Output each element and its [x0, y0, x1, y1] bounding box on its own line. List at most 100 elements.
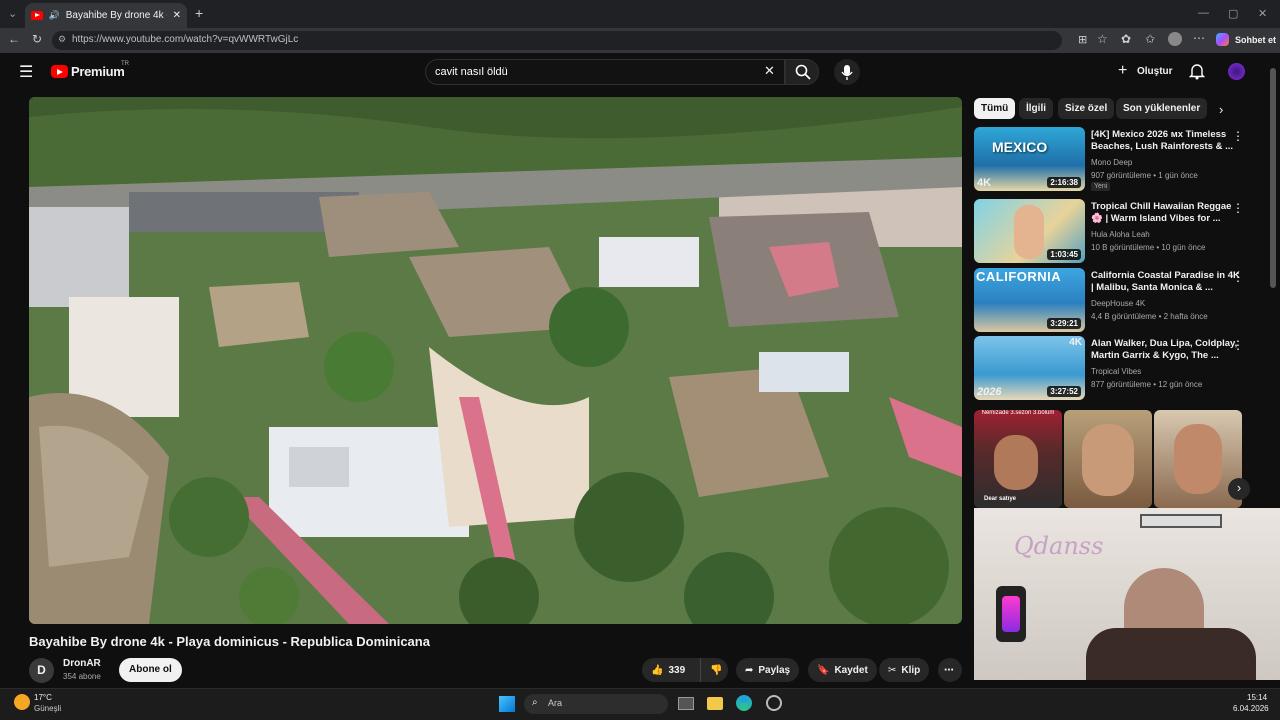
minimize-icon[interactable]: —: [1198, 7, 1209, 19]
youtube-logo-icon[interactable]: [51, 65, 68, 78]
app-icon[interactable]: [766, 695, 782, 711]
edge-browser-icon[interactable]: [736, 695, 752, 711]
rec-title[interactable]: [4K] Mexico 2026 ᴍx Timeless Beaches, Lu…: [1091, 129, 1241, 153]
neon-sign: Qdanss: [1014, 532, 1104, 560]
chips-next-icon[interactable]: ›: [1219, 102, 1223, 117]
speaker-icon[interactable]: 🔊: [49, 10, 60, 21]
microphone-device: [996, 586, 1026, 642]
new-tab-icon[interactable]: +: [195, 5, 203, 21]
short-thumbnail[interactable]: [1064, 410, 1152, 508]
chip-all[interactable]: Tümü: [974, 98, 1016, 119]
more-menu-icon[interactable]: ⋯: [1193, 31, 1205, 45]
clock-time[interactable]: 15:14: [1247, 693, 1267, 702]
short-subtitle: Dear satıye: [984, 496, 1017, 502]
save-button[interactable]: 🔖 Kaydet: [808, 658, 877, 682]
channel-name[interactable]: DronAR: [63, 658, 101, 669]
streamer-body: [1086, 628, 1256, 680]
rec-menu-icon[interactable]: ⋮: [1232, 129, 1244, 143]
video-thumbnail[interactable]: 1:03:45: [974, 199, 1085, 263]
voice-search-button[interactable]: [834, 59, 860, 85]
video-frame-aerial-resort: [29, 97, 962, 624]
video-player[interactable]: [29, 97, 962, 624]
maximize-icon[interactable]: ▢: [1228, 7, 1238, 20]
video-thumbnail[interactable]: 2026 4K 3:27:52: [974, 336, 1085, 400]
share-button[interactable]: ➦ Paylaş: [736, 658, 800, 682]
rec-meta: 877 görüntüleme • 12 gün önce: [1091, 380, 1203, 389]
notifications-bell-icon[interactable]: [1189, 63, 1205, 80]
close-window-icon[interactable]: ✕: [1258, 7, 1267, 20]
back-icon[interactable]: ←: [8, 32, 20, 46]
wall-frame: [1140, 514, 1222, 528]
weather-sun-icon[interactable]: [14, 694, 30, 710]
search-icon: [795, 64, 811, 80]
taskbar-search[interactable]: ⌕ Ara: [524, 694, 668, 714]
share-arrow-icon: ➦: [745, 664, 754, 676]
rec-title[interactable]: California Coastal Paradise in 4K | Mali…: [1091, 270, 1241, 294]
shorts-next-button[interactable]: ›: [1228, 478, 1250, 500]
rec-channel[interactable]: Tropical Vibes: [1091, 367, 1141, 376]
favorite-star-icon[interactable]: ☆: [1097, 32, 1108, 46]
profile-avatar[interactable]: [1168, 32, 1182, 46]
video-thumbnail[interactable]: MEXICO 4K 2:16:38: [974, 127, 1085, 191]
youtube-premium-logo[interactable]: Premium: [71, 64, 125, 79]
rec-channel[interactable]: Mono Deep: [1091, 158, 1132, 167]
app-install-icon[interactable]: ⊞: [1078, 33, 1087, 46]
hamburger-menu-icon[interactable]: ☰: [19, 62, 33, 82]
file-explorer-icon[interactable]: [707, 697, 723, 710]
copilot-label[interactable]: Sohbet et: [1235, 35, 1276, 45]
dislike-button[interactable]: 👎: [700, 658, 728, 682]
rec-menu-icon[interactable]: ⋮: [1232, 338, 1244, 352]
windows-start-icon[interactable]: [499, 696, 515, 712]
like-button[interactable]: 👍 339: [642, 658, 700, 682]
video-thumbnail[interactable]: CALIFORNIA 3:29:21: [974, 268, 1085, 332]
site-info-icon[interactable]: ⚙: [58, 34, 66, 45]
reload-icon[interactable]: ↻: [32, 32, 42, 46]
scrollbar-thumb[interactable]: [1270, 68, 1276, 288]
rec-title[interactable]: Tropical Chill Hawaiian Reggae 🌸 | Warm …: [1091, 201, 1241, 225]
list-item[interactable]: CALIFORNIA 3:29:21 California Coastal Pa…: [974, 268, 1264, 332]
copilot-icon[interactable]: [1216, 33, 1229, 46]
create-button[interactable]: Oluştur: [1137, 66, 1173, 77]
rec-channel[interactable]: Hula Aloha Leah: [1091, 230, 1150, 239]
list-item[interactable]: 1:03:45 Tropical Chill Hawaiian Reggae 🌸…: [974, 199, 1264, 263]
create-plus-icon[interactable]: +: [1118, 62, 1127, 80]
chip-recent[interactable]: Son yüklenenler: [1116, 98, 1208, 119]
search-button[interactable]: [785, 59, 819, 85]
chip-for-you[interactable]: Size özel: [1058, 98, 1115, 119]
task-view-icon[interactable]: [678, 697, 694, 710]
rec-meta: 10 B görüntüleme • 10 gün önce: [1091, 243, 1206, 252]
clock-date[interactable]: 6.04.2026: [1233, 704, 1269, 713]
thumb-text: CALIFORNIA: [976, 269, 1062, 284]
subscribe-button[interactable]: Abone ol: [119, 658, 182, 682]
list-item[interactable]: MEXICO 4K 2:16:38 [4K] Mexico 2026 ᴍx Ti…: [974, 127, 1264, 191]
clear-search-icon[interactable]: ✕: [764, 63, 775, 79]
extensions-icon[interactable]: ✿: [1121, 32, 1131, 46]
favorites-icon[interactable]: ✩: [1145, 32, 1155, 46]
region-code: TR: [121, 61, 129, 67]
quality-badge: 4K: [977, 177, 992, 189]
rec-channel[interactable]: DeepHouse 4K: [1091, 299, 1145, 308]
webcam-overlay: Qdanss: [974, 508, 1280, 680]
search-icon: ⌕: [532, 697, 538, 708]
weather-label: Güneşli: [34, 704, 62, 713]
rec-menu-icon[interactable]: ⋮: [1232, 201, 1244, 215]
thumb-text: MEXICO: [992, 139, 1048, 155]
url-field[interactable]: https://www.youtube.com/watch?v=qvWWRTwG…: [52, 31, 1062, 50]
channel-avatar[interactable]: D: [29, 658, 54, 683]
list-item[interactable]: 2026 4K 3:27:52 Alan Walker, Dua Lipa, C…: [974, 336, 1264, 400]
close-tab-icon[interactable]: ✕: [173, 10, 181, 21]
browser-tab[interactable]: 🔊 Bayahibe By drone 4k - Playa ✕: [25, 3, 187, 28]
rec-meta: 4,4 B görüntüleme • 2 hafta önce: [1091, 312, 1208, 321]
short-thumbnail[interactable]: Nemizade 3.sezon 3.bölüm Dear satıye: [974, 410, 1062, 508]
more-actions-button[interactable]: ⋯: [938, 658, 962, 682]
new-badge: Yeni: [1091, 182, 1111, 191]
chip-related[interactable]: İlgili: [1019, 98, 1053, 119]
rec-title[interactable]: Alan Walker, Dua Lipa, Coldplay, Martin …: [1091, 338, 1241, 362]
tab-title: Bayahibe By drone 4k - Playa: [65, 10, 167, 21]
clip-button[interactable]: ✂ Klip: [879, 658, 930, 682]
rec-menu-icon[interactable]: ⋮: [1232, 270, 1244, 284]
search-input[interactable]: cavit nasıl öldü: [425, 59, 785, 85]
temperature[interactable]: 17°C: [34, 693, 52, 702]
account-avatar[interactable]: [1228, 63, 1245, 80]
tab-list-chevron-icon[interactable]: ⌄: [8, 7, 17, 20]
